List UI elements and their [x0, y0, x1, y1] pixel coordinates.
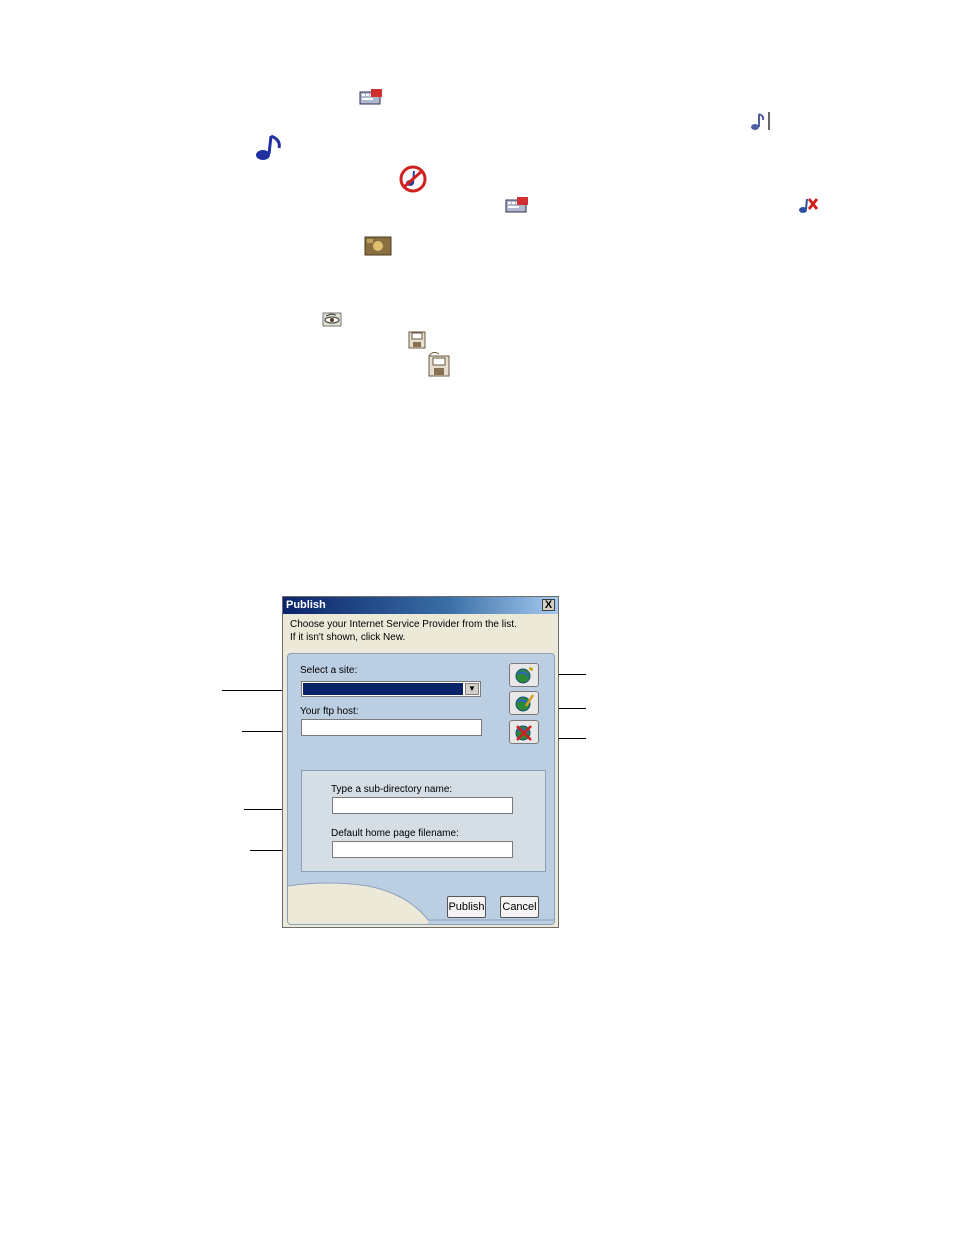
select-site-label: Select a site: — [300, 665, 358, 676]
publish-button[interactable]: Publish — [447, 896, 486, 918]
dropdown-arrow-icon[interactable]: ▼ — [465, 683, 479, 695]
floppy-save-as-icon — [428, 351, 450, 377]
cancel-button[interactable]: Cancel — [500, 896, 539, 918]
instructions-line-2: If it isn't shown, click New. — [290, 632, 406, 643]
edit-site-icon — [515, 694, 535, 712]
no-music-icon — [399, 165, 427, 193]
new-site-icon — [515, 666, 533, 684]
homepage-label: Default home page filename: — [331, 828, 459, 839]
instructions-line-1: Choose your Internet Service Provider fr… — [290, 619, 517, 630]
instructions: Choose your Internet Service Provider fr… — [290, 618, 550, 644]
keyboard-icon — [359, 89, 382, 105]
dialog-title: Publish — [286, 599, 326, 611]
keyboard-icon — [505, 197, 528, 213]
subdir-label: Type a sub-directory name: — [331, 784, 453, 795]
ftp-host-label: Your ftp host: — [300, 706, 359, 717]
subdir-input[interactable] — [332, 797, 513, 814]
music-cut-icon — [799, 198, 819, 213]
selected-site-value — [302, 682, 464, 696]
settings-panel: Select a site: ▼ Your ftp host: Type a s… — [287, 653, 555, 925]
close-button[interactable]: X — [542, 599, 555, 611]
new-site-button[interactable] — [509, 663, 539, 687]
close-icon: X — [544, 599, 553, 611]
delete-site-icon — [515, 725, 532, 741]
music-note-icon — [256, 134, 281, 160]
title-bar[interactable]: Publish X — [283, 597, 558, 614]
floppy-save-icon — [408, 331, 426, 349]
eye-icon — [322, 312, 342, 327]
music-note-end-icon — [751, 112, 770, 130]
publish-dialog: Publish X Choose your Internet Service P… — [282, 596, 559, 928]
directory-panel: Type a sub-directory name: Default home … — [301, 770, 546, 872]
ftp-host-input[interactable] — [301, 719, 482, 736]
photo-icon — [364, 236, 392, 256]
edit-site-button[interactable] — [509, 691, 539, 715]
homepage-input[interactable] — [332, 841, 513, 858]
delete-site-button[interactable] — [509, 720, 539, 744]
select-site-dropdown[interactable]: ▼ — [301, 681, 481, 697]
